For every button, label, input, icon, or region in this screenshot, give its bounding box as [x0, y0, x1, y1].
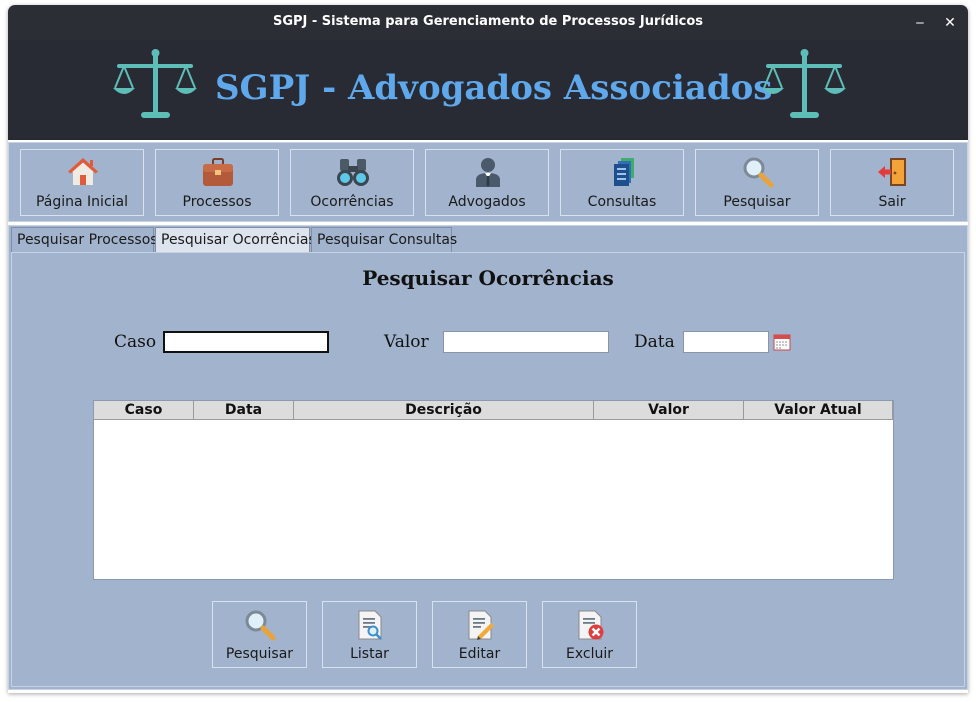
scales-of-justice-icon: [113, 49, 197, 118]
calendar-icon[interactable]: [773, 333, 791, 351]
caso-input[interactable]: [163, 331, 329, 353]
column-header-descricao[interactable]: Descrição: [294, 401, 594, 420]
title-bar[interactable]: SGPJ - Sistema para Gerenciamento de Pro…: [8, 5, 968, 40]
valor-label: Valor: [384, 332, 429, 352]
ocorrencias-button-label: Ocorrências: [310, 194, 394, 210]
main-toolbar: Página Inicial Processos Ocorrências Adv…: [8, 142, 968, 222]
lawyer-icon: [476, 158, 500, 187]
search-occurrences-panel: Pesquisar Ocorrências Caso Valor Data Ca…: [11, 252, 965, 687]
form-title: Pesquisar Ocorrências: [362, 266, 614, 290]
sair-button[interactable]: Sair: [830, 149, 954, 216]
data-input[interactable]: [683, 331, 769, 353]
column-header-data[interactable]: Data: [194, 401, 294, 420]
header-banner: SGPJ - Advogados Associados: [8, 40, 968, 140]
home-button[interactable]: Página Inicial: [20, 149, 144, 216]
data-label: Data: [634, 332, 675, 352]
binoculars-icon: [337, 159, 369, 186]
consultas-button-label: Consultas: [587, 194, 657, 210]
home-icon: [68, 158, 98, 185]
sair-button-label: Sair: [878, 194, 906, 210]
excluir-button-label: Excluir: [566, 646, 613, 662]
table-header: Caso Data Descrição Valor Valor Atual: [94, 401, 893, 420]
caso-label: Caso: [114, 332, 157, 352]
list-document-icon: [358, 610, 382, 640]
pesquisar-toolbar-button[interactable]: Pesquisar: [695, 149, 819, 216]
magnifier-icon: [245, 610, 276, 641]
advogados-button[interactable]: Advogados: [425, 149, 549, 216]
occurrences-table[interactable]: Caso Data Descrição Valor Valor Atual: [93, 400, 894, 580]
processos-button[interactable]: Processos: [155, 149, 279, 216]
magnifier-icon: [743, 157, 774, 188]
ocorrencias-button[interactable]: Ocorrências: [290, 149, 414, 216]
editar-button[interactable]: Editar: [432, 601, 527, 668]
scales-of-justice-icon: [762, 49, 846, 118]
documents-icon: [614, 158, 634, 186]
close-button[interactable]: ✕: [940, 13, 960, 33]
home-button-label: Página Inicial: [35, 194, 129, 210]
briefcase-icon: [203, 158, 233, 186]
listar-button[interactable]: Listar: [322, 601, 417, 668]
window-title: SGPJ - Sistema para Gerenciamento de Pro…: [272, 14, 704, 29]
consultas-button[interactable]: Consultas: [560, 149, 684, 216]
minimize-button[interactable]: ‒: [910, 13, 930, 33]
tabbed-pane: Pesquisar Processos Pesquisar Ocorrência…: [8, 225, 968, 690]
edit-document-icon: [468, 610, 494, 640]
column-header-caso[interactable]: Caso: [94, 401, 194, 420]
excluir-button[interactable]: Excluir: [542, 601, 637, 668]
pesquisar-toolbar-label: Pesquisar: [723, 194, 791, 210]
exit-door-icon: [878, 158, 906, 186]
delete-document-icon: [578, 610, 604, 640]
pesquisar-button[interactable]: Pesquisar: [212, 601, 307, 668]
listar-button-label: Listar: [350, 646, 389, 662]
pesquisar-button-label: Pesquisar: [225, 646, 294, 662]
advogados-button-label: Advogados: [448, 194, 526, 210]
tab-pesquisar-processos[interactable]: Pesquisar Processos: [11, 227, 158, 252]
valor-input[interactable]: [443, 331, 609, 353]
banner-title: SGPJ - Advogados Associados: [215, 68, 773, 108]
column-header-valor-atual[interactable]: Valor Atual: [744, 401, 893, 420]
column-header-valor[interactable]: Valor: [594, 401, 744, 420]
application-window: SGPJ - Sistema para Gerenciamento de Pro…: [8, 5, 968, 693]
editar-button-label: Editar: [458, 646, 501, 662]
tab-pesquisar-consultas[interactable]: Pesquisar Consultas: [311, 227, 457, 252]
tab-pesquisar-ocorrencias[interactable]: Pesquisar Ocorrências: [155, 227, 316, 252]
processos-button-label: Processos: [182, 194, 252, 210]
